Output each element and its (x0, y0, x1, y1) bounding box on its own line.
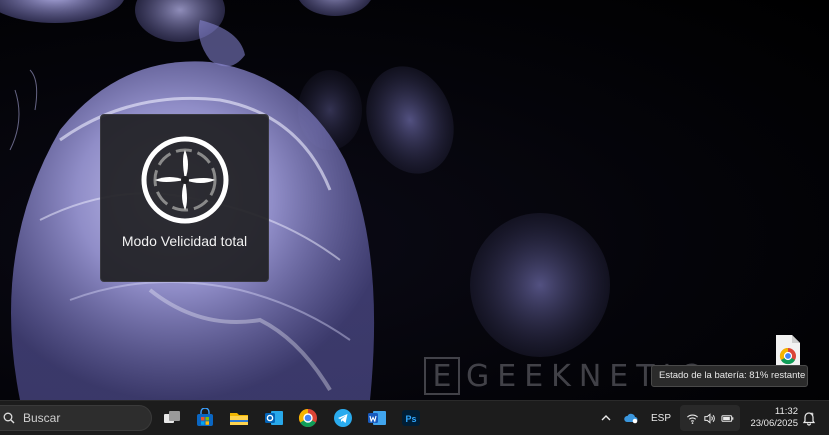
quick-settings-button[interactable] (680, 405, 740, 431)
file-explorer-button[interactable] (226, 405, 252, 431)
volume-icon (704, 412, 716, 424)
outlook-button[interactable] (261, 405, 287, 431)
battery-icon (721, 414, 734, 422)
desktop: Modo Velicidad total E GEEKNETIC Estado … (0, 0, 829, 400)
search-icon (3, 412, 15, 424)
onedrive-button[interactable] (622, 407, 640, 429)
photoshop-button[interactable]: Ps (398, 405, 424, 431)
notification-bell-icon[interactable] (801, 410, 817, 426)
language-indicator[interactable]: ESP (648, 407, 674, 429)
performance-mode-osd: Modo Velicidad total (100, 114, 269, 282)
outlook-icon (265, 411, 283, 425)
photoshop-label: Ps (405, 414, 416, 424)
word-button[interactable] (364, 405, 390, 431)
search-input[interactable] (23, 411, 143, 425)
show-hidden-icons-button[interactable] (598, 407, 614, 429)
taskbar: Ps ESP (0, 400, 829, 435)
clock-time: 11:32 (774, 406, 798, 417)
microsoft-store-button[interactable] (192, 405, 218, 431)
task-view-button[interactable] (159, 405, 185, 431)
taskbar-search[interactable] (0, 405, 152, 431)
clock[interactable]: 11:32 23/06/2025 (742, 405, 798, 431)
telegram-button[interactable] (330, 405, 356, 431)
cloud-icon (624, 413, 638, 424)
task-view-icon (164, 411, 180, 423)
store-icon (197, 408, 213, 426)
chrome-icon (298, 409, 317, 428)
clock-date: 23/06/2025 (750, 418, 798, 429)
wifi-icon (687, 414, 699, 424)
photoshop-icon: Ps (402, 410, 420, 426)
battery-tooltip: Estado de la batería: 81% restante (651, 365, 808, 387)
watermark-logo: E (424, 357, 460, 395)
folder-icon (230, 413, 248, 425)
fan-icon (141, 136, 228, 224)
telegram-icon (334, 409, 352, 427)
osd-label: Modo Velicidad total (121, 233, 248, 249)
chrome-button[interactable] (295, 405, 321, 431)
chevron-up-icon (601, 415, 611, 421)
word-icon (368, 411, 386, 425)
